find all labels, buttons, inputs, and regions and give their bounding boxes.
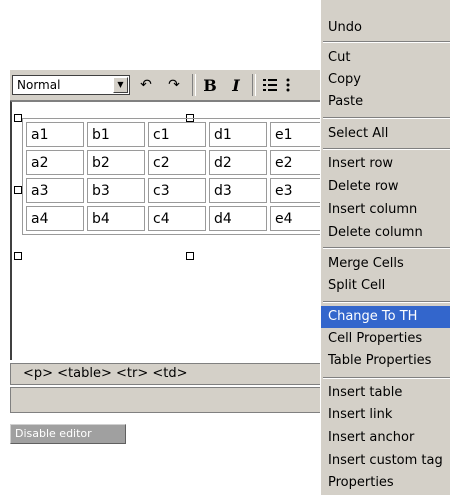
resize-handle[interactable]	[186, 252, 194, 260]
undo-button[interactable]: ↶	[134, 74, 158, 96]
element-path-bar: <p> <table> <tr> <td>	[10, 363, 340, 385]
table-row: a2 b2 c2 d2 e2	[26, 150, 328, 175]
menu-separator	[323, 247, 450, 249]
italic-label: I	[232, 75, 240, 95]
table-row: a1 b1 c1 d1 e1	[26, 122, 328, 147]
menu-item-properties[interactable]: Properties	[321, 472, 450, 494]
menu-item-insert-custom-tag[interactable]: Insert custom tag	[321, 450, 450, 472]
table-cell[interactable]: c1	[148, 122, 206, 147]
table-row: a3 b3 c3 d3 e3	[26, 178, 328, 203]
format-select[interactable]: Normal ▼	[12, 75, 130, 95]
menu-item-paste[interactable]: Paste	[321, 91, 450, 113]
menu-separator	[323, 117, 450, 119]
unordered-list-icon	[286, 78, 290, 92]
resize-handle[interactable]	[14, 252, 22, 260]
ordered-list-button[interactable]	[258, 74, 282, 96]
bold-button[interactable]: B	[198, 74, 222, 96]
bold-label: B	[203, 75, 217, 95]
menu-item-insert-table[interactable]: Insert table	[321, 382, 450, 404]
menu-separator	[323, 377, 450, 379]
status-bar	[10, 387, 340, 413]
table-cell[interactable]: b3	[87, 178, 145, 203]
menu-item-merge-cells[interactable]: Merge Cells	[321, 253, 450, 275]
redo-icon: ↷	[168, 77, 180, 93]
resize-handle[interactable]	[14, 114, 22, 122]
menu-item-split-cell[interactable]: Split Cell	[321, 275, 450, 297]
menu-separator	[323, 301, 450, 303]
table-cell[interactable]: c2	[148, 150, 206, 175]
menu-item-select-all[interactable]: Select All	[321, 123, 450, 145]
redo-button[interactable]: ↷	[162, 74, 186, 96]
menu-item-change-to-th[interactable]: Change To TH	[321, 306, 450, 328]
menu-item-insert-row[interactable]: Insert row	[321, 153, 450, 175]
menu-item-cut[interactable]: Cut	[321, 47, 450, 69]
undo-icon: ↶	[140, 77, 152, 93]
editor-toolbar: Normal ▼ ↶ ↷ B I	[10, 70, 340, 101]
table-cell[interactable]: d4	[209, 206, 267, 231]
table-cell[interactable]: b2	[87, 150, 145, 175]
menu-separator	[323, 41, 450, 43]
toolbar-separator	[252, 74, 256, 96]
table-cell[interactable]: b4	[87, 206, 145, 231]
chevron-down-icon[interactable]: ▼	[113, 77, 128, 93]
menu-item-delete-column[interactable]: Delete column	[321, 222, 450, 244]
menu-item-delete-row[interactable]: Delete row	[321, 176, 450, 198]
disable-editor-label: Disable editor	[15, 427, 92, 440]
table-cell[interactable]: c3	[148, 178, 206, 203]
table-cell[interactable]: d2	[209, 150, 267, 175]
ordered-list-icon	[263, 79, 277, 91]
table-cell[interactable]: d1	[209, 122, 267, 147]
content-table[interactable]: a1 b1 c1 d1 e1 a2 b2 c2 d2 e2 a3 b3 c3 d3 e3 a4 b4 c4 d4 e4	[22, 118, 332, 235]
menu-item-insert-anchor[interactable]: Insert anchor	[321, 427, 450, 449]
table-cell[interactable]: a3	[26, 178, 84, 203]
element-path: <p> <table> <tr> <td>	[23, 366, 188, 381]
table-cell[interactable]: a4	[26, 206, 84, 231]
table-cell[interactable]: a2	[26, 150, 84, 175]
resize-handle[interactable]	[14, 186, 22, 194]
unordered-list-button[interactable]	[282, 74, 306, 96]
table-cell[interactable]: d3	[209, 178, 267, 203]
menu-item-insert-column[interactable]: Insert column	[321, 199, 450, 221]
table-cell[interactable]: c4	[148, 206, 206, 231]
toolbar-separator	[192, 74, 196, 96]
menu-item-undo[interactable]: Undo	[321, 17, 450, 39]
context-menu: Undo Cut Copy Paste Select All Insert ro…	[320, 0, 450, 495]
menu-item-insert-link[interactable]: Insert link	[321, 404, 450, 426]
disable-editor-button[interactable]: Disable editor	[10, 424, 126, 444]
table-row: a4 b4 c4 d4 e4	[26, 206, 328, 231]
menu-item-cell-properties[interactable]: Cell Properties	[321, 328, 450, 350]
italic-button[interactable]: I	[224, 74, 248, 96]
menu-item-table-properties[interactable]: Table Properties	[321, 350, 450, 372]
format-select-value: Normal	[17, 78, 61, 92]
table-cell[interactable]: b1	[87, 122, 145, 147]
editing-area[interactable]: a1 b1 c1 d1 e1 a2 b2 c2 d2 e2 a3 b3 c3 d3 e3 a4 b4 c4 d4 e4	[10, 101, 340, 360]
menu-separator	[323, 148, 450, 150]
menu-item-copy[interactable]: Copy	[321, 69, 450, 91]
table-cell[interactable]: a1	[26, 122, 84, 147]
